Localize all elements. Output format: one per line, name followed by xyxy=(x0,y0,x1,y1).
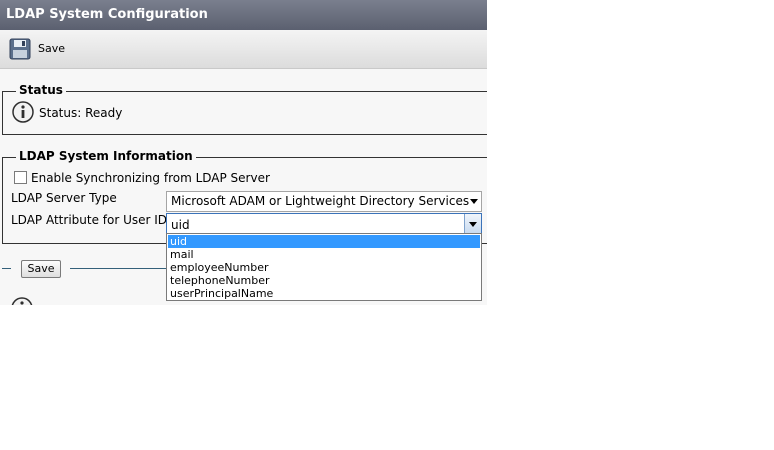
toolbar-save-button[interactable]: Save xyxy=(38,42,65,55)
status-text: Status: Ready xyxy=(39,106,123,120)
info-icon xyxy=(12,101,34,123)
server-type-select[interactable]: Microsoft ADAM or Lightweight Directory … xyxy=(166,191,482,212)
separator-line xyxy=(2,268,11,269)
enable-sync-label: Enable Synchronizing from LDAP Server xyxy=(31,171,270,185)
option-telephone-number[interactable]: telephoneNumber xyxy=(168,274,480,287)
user-id-attr-label: LDAP Attribute for User ID xyxy=(11,213,168,227)
status-section: Status Status: Ready xyxy=(2,83,487,135)
separator-line xyxy=(70,268,166,269)
user-id-attr-value: uid xyxy=(171,218,190,232)
option-mail[interactable]: mail xyxy=(168,248,480,261)
user-id-attr-dropdown-list: uid mail employeeNumber telephoneNumber … xyxy=(166,233,482,301)
chevron-down-icon xyxy=(469,222,477,227)
server-type-value: Microsoft ADAM or Lightweight Directory … xyxy=(171,194,470,208)
user-id-attr-select[interactable]: uid xyxy=(166,213,482,234)
page-title: LDAP System Configuration xyxy=(6,7,208,22)
enable-sync-checkbox[interactable] xyxy=(14,171,27,184)
ldap-config-window: LDAP System Configuration Save Status St… xyxy=(0,0,487,305)
server-type-label: LDAP Server Type xyxy=(11,191,117,205)
toolbar: Save xyxy=(0,30,487,69)
dropdown-button[interactable] xyxy=(464,214,481,233)
option-user-principal-name[interactable]: userPrincipalName xyxy=(168,287,480,300)
bottom-save-button[interactable]: Save xyxy=(21,260,61,278)
info-icon xyxy=(11,297,33,305)
status-legend: Status xyxy=(16,83,66,97)
ldap-info-legend: LDAP System Information xyxy=(16,149,196,163)
option-employee-number[interactable]: employeeNumber xyxy=(168,261,480,274)
floppy-disk-icon[interactable] xyxy=(9,38,31,60)
title-bar: LDAP System Configuration xyxy=(0,0,487,30)
option-uid[interactable]: uid xyxy=(168,235,480,248)
chevron-down-icon xyxy=(470,199,478,204)
